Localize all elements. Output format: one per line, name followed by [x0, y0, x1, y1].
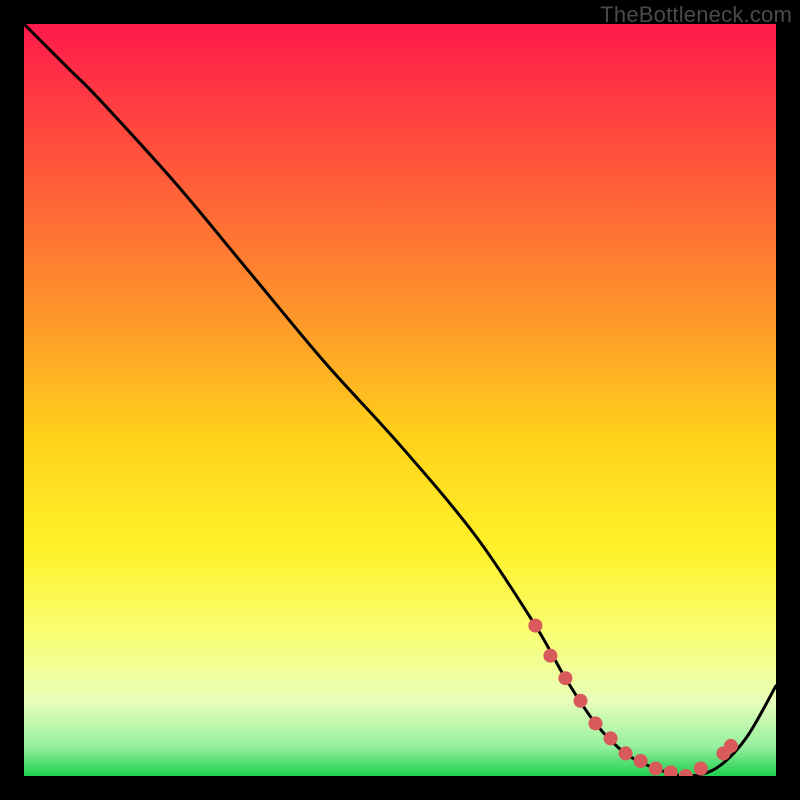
gradient-background: [24, 24, 776, 776]
marker-point: [619, 746, 633, 760]
marker-point: [528, 619, 542, 633]
chart-svg: [24, 24, 776, 776]
marker-point: [543, 649, 557, 663]
marker-point: [634, 754, 648, 768]
marker-point: [589, 716, 603, 730]
marker-point: [604, 731, 618, 745]
marker-point: [724, 739, 738, 753]
chart-plot-area: [24, 24, 776, 776]
watermark-text: TheBottleneck.com: [600, 2, 792, 28]
marker-point: [558, 671, 572, 685]
marker-point: [649, 762, 663, 776]
chart-frame: TheBottleneck.com: [0, 0, 800, 800]
marker-point: [694, 762, 708, 776]
marker-point: [574, 694, 588, 708]
